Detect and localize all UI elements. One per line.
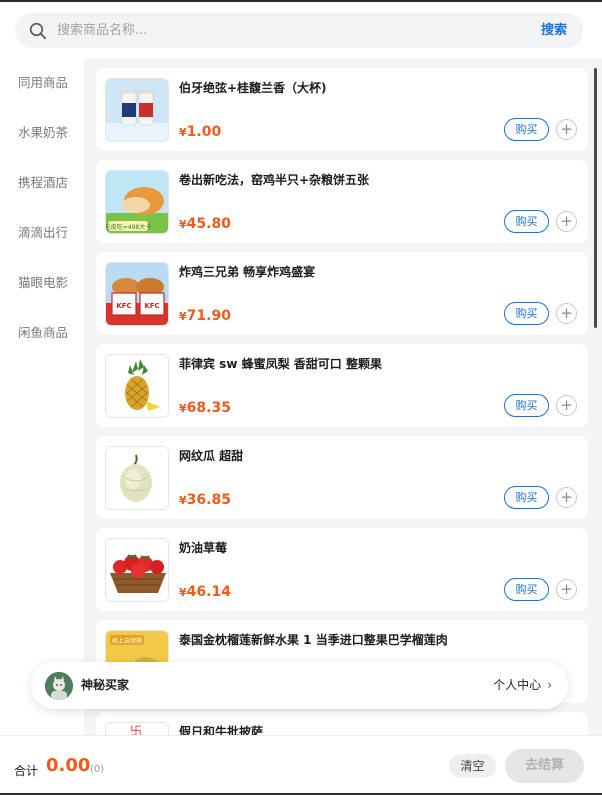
checkout-button[interactable]: 去结算 — [505, 749, 584, 783]
sidebar-item-common[interactable]: 同用商品 — [0, 58, 84, 108]
add-to-cart-icon[interactable]: + — [556, 211, 577, 232]
buy-button[interactable]: 购买 — [504, 394, 549, 417]
product-card[interactable]: 吃皮吃=498大卡 卷出新吃法，窑鸡半只+杂粮饼五张 ¥45.80 购买 + — [96, 160, 588, 243]
product-card[interactable]: 网纹瓜 超甜 ¥36.85 购买 + — [96, 436, 588, 519]
product-image-pineapple — [105, 354, 169, 418]
product-card[interactable]: 卐 假日和牛批披萨 — [96, 712, 588, 735]
add-to-cart-icon[interactable]: + — [556, 487, 577, 508]
product-image-chicken-wrap: 吃皮吃=498大卡 — [105, 170, 169, 234]
product-price: ¥46.14 — [179, 584, 231, 600]
sidebar-item-xianyu[interactable]: 闲鱼商品 — [0, 308, 84, 358]
total-amount: 0.00 — [46, 755, 91, 776]
svg-text:吃皮吃=498大卡: 吃皮吃=498大卡 — [106, 223, 151, 231]
checkout-footer: 合计 0.00 (0) 清空 去结算 — [0, 735, 602, 793]
svg-text:KFC: KFC — [144, 302, 159, 310]
product-list[interactable]: 伯牙绝弦+桂馥兰香（大杯) ¥1.00 购买 + 吃皮吃=498大卡 卷出新吃法… — [84, 58, 602, 735]
product-title: 炸鸡三兄弟 畅享炸鸡盛宴 — [179, 265, 316, 279]
product-card[interactable]: 奶油草莓 ¥46.14 购买 + — [96, 528, 588, 611]
product-title: 卷出新吃法，窑鸡半只+杂粮饼五张 — [179, 173, 370, 187]
product-image-fried-chicken: KFC KFC — [105, 262, 169, 326]
product-title: 奶油草莓 — [179, 541, 228, 555]
product-card[interactable]: 菲律宾 sw 蜂蜜凤梨 香甜可口 整颗果 ¥68.35 购买 + — [96, 344, 588, 427]
buy-button[interactable]: 购买 — [504, 486, 549, 509]
svg-text:卐: 卐 — [130, 724, 142, 735]
profile-center-link[interactable]: 个人中心 › — [493, 662, 552, 709]
product-title: 伯牙绝弦+桂馥兰香（大杯) — [179, 81, 327, 95]
product-title: 假日和牛批披萨 — [179, 725, 264, 735]
buy-button[interactable]: 购买 — [504, 210, 549, 233]
add-to-cart-icon[interactable]: + — [556, 579, 577, 600]
user-name: 神秘买家 — [81, 678, 130, 692]
svg-text:KFC: KFC — [116, 302, 131, 310]
sidebar-item-fruit-tea[interactable]: 水果奶茶 — [0, 108, 84, 158]
item-count: (0) — [90, 764, 105, 775]
svg-text:树上自然熟: 树上自然熟 — [112, 637, 142, 645]
product-title: 网纹瓜 超甜 — [179, 449, 244, 463]
product-price: ¥45.80 — [179, 216, 231, 232]
product-price: ¥71.90 — [179, 308, 231, 324]
chevron-right-icon: › — [547, 678, 552, 692]
product-image-pizza: 卐 — [105, 722, 169, 735]
buy-button[interactable]: 购买 — [504, 118, 549, 141]
search-bar: 搜索 — [0, 2, 602, 58]
product-image-strawberry — [105, 538, 169, 602]
sidebar-item-maoyan[interactable]: 猫眼电影 — [0, 258, 84, 308]
add-to-cart-icon[interactable]: + — [556, 395, 577, 416]
product-card[interactable]: KFC KFC 炸鸡三兄弟 畅享炸鸡盛宴 ¥71.90 购买 + — [96, 252, 588, 335]
scrollbar[interactable] — [594, 68, 597, 328]
product-image-tea — [105, 78, 169, 142]
search-button[interactable]: 搜索 — [541, 13, 567, 48]
buy-button[interactable]: 购买 — [504, 578, 549, 601]
add-to-cart-icon[interactable]: + — [556, 303, 577, 324]
sidebar-item-didi[interactable]: 滴滴出行 — [0, 208, 84, 258]
product-title: 菲律宾 sw 蜂蜜凤梨 香甜可口 整颗果 — [179, 357, 382, 371]
product-price: ¥1.00 — [179, 124, 222, 140]
user-bar[interactable]: 神秘买家 个人中心 › — [31, 662, 568, 709]
product-title: 泰国金枕榴莲新鲜水果 1 当季进口整果巴学榴莲肉 — [179, 633, 448, 647]
add-to-cart-icon[interactable]: + — [556, 119, 577, 140]
product-card[interactable]: 伯牙绝弦+桂馥兰香（大杯) ¥1.00 购买 + — [96, 68, 588, 151]
avatar — [45, 672, 73, 700]
buy-button[interactable]: 购买 — [504, 302, 549, 325]
sidebar-item-ctrip-hotel[interactable]: 携程酒店 — [0, 158, 84, 208]
product-price: ¥36.85 — [179, 492, 231, 508]
total-label: 合计 — [14, 764, 39, 778]
search-icon — [29, 22, 47, 40]
product-image-melon — [105, 446, 169, 510]
category-sidebar: 同用商品 水果奶茶 携程酒店 滴滴出行 猫眼电影 闲鱼商品 — [0, 58, 84, 735]
search-box: 搜索 — [15, 13, 583, 48]
product-price: ¥68.35 — [179, 400, 231, 416]
search-input[interactable] — [57, 13, 497, 48]
clear-button[interactable]: 清空 — [449, 754, 496, 778]
